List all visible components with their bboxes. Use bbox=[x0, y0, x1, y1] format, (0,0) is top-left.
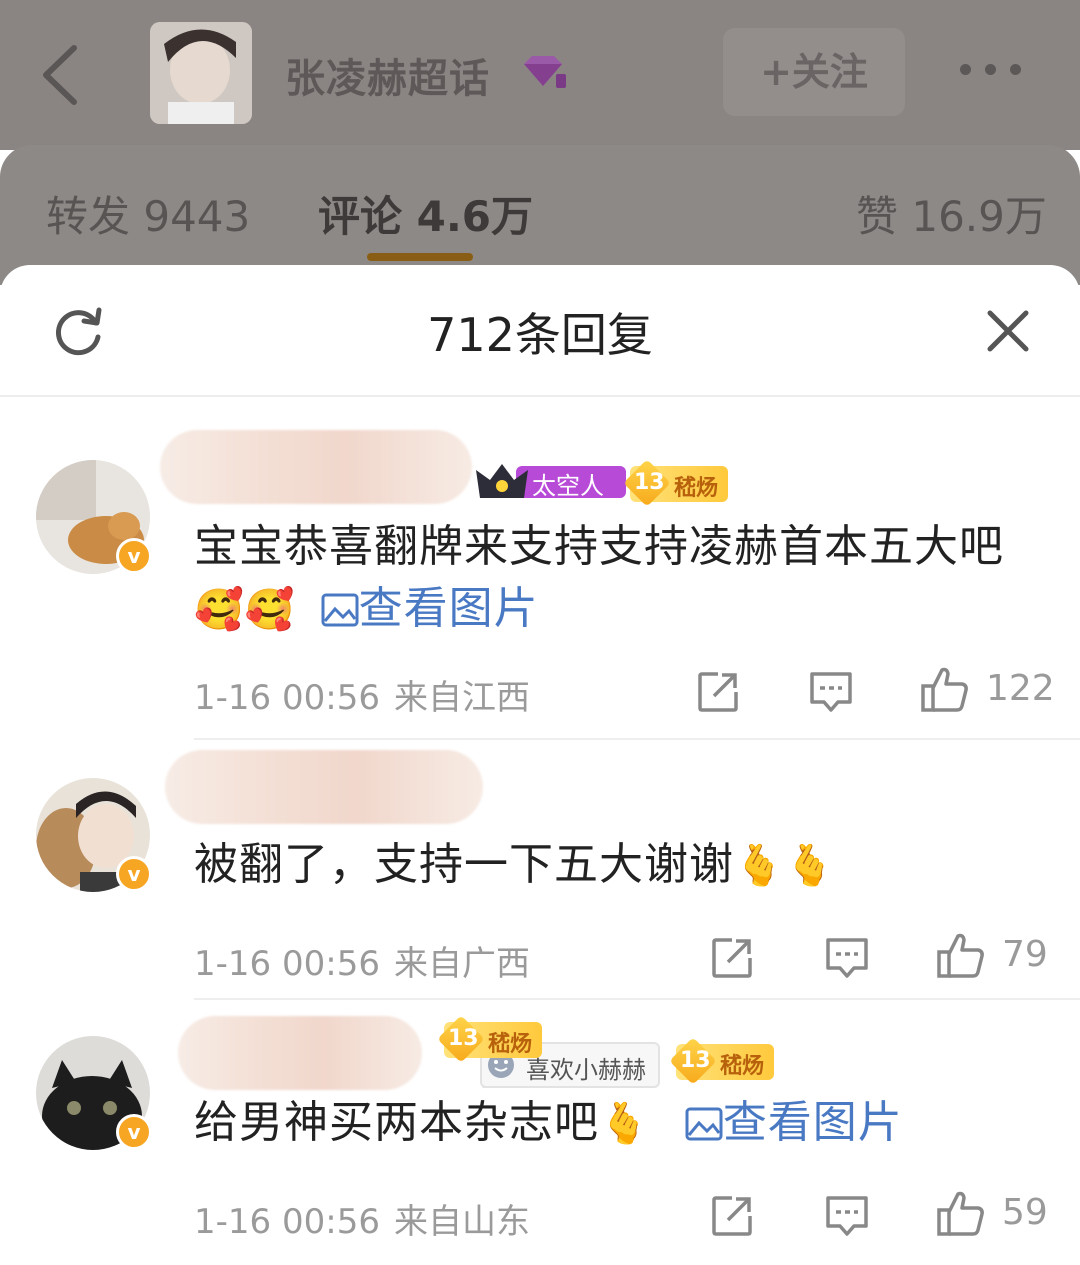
comment-icon[interactable] bbox=[824, 936, 870, 980]
replies-sheet: 712条回复 v 太空人 13 嵇炀 宝宝恭喜翻牌来支持支持凌赫首本五大吧🥰🥰 … bbox=[0, 265, 1080, 1265]
comment-meta: 1-16 00:56 来自山东 bbox=[194, 1194, 530, 1243]
comment-time: 1-16 00:56 bbox=[194, 944, 380, 984]
repost-icon[interactable] bbox=[710, 936, 754, 980]
666-emoji: 🥰🥰 bbox=[194, 587, 296, 633]
tab-repost[interactable]: 转发 9443 bbox=[46, 183, 250, 244]
close-icon[interactable] bbox=[984, 307, 1032, 355]
sheet-title: 712条回复 bbox=[427, 308, 653, 362]
super-topic-diamond-icon bbox=[524, 56, 566, 88]
verified-badge: v bbox=[116, 1114, 152, 1150]
like-count: 59 bbox=[1002, 1192, 1048, 1233]
comment-text: 给男神买两本杂志吧🫰 查看图片 bbox=[194, 1092, 1054, 1155]
username-blurred[interactable] bbox=[160, 430, 472, 504]
like-count: 122 bbox=[986, 668, 1055, 709]
comment-time: 1-16 00:56 bbox=[194, 678, 380, 718]
crown-badge-label: 太空人 bbox=[532, 472, 604, 500]
comment-time: 1-16 00:56 bbox=[194, 1202, 380, 1242]
tab-like[interactable]: 赞 16.9万 bbox=[856, 183, 1047, 244]
fan-level-badge: 13 嵇炀 bbox=[437, 1015, 542, 1063]
username-blurred[interactable] bbox=[165, 750, 483, 824]
thumbs-up-icon[interactable] bbox=[920, 664, 970, 714]
fan-level-label: 嵇炀 bbox=[488, 1032, 533, 1057]
stats-tabs: 转发 9443 评论 4.6万 赞 16.9万 bbox=[0, 145, 1080, 285]
fan-level-badge: 13 嵇炀 bbox=[623, 459, 728, 507]
see-picture-link[interactable]: 查看图片 bbox=[359, 583, 539, 634]
comment-item[interactable]: v 太空人 13 嵇炀 宝宝恭喜翻牌来支持支持凌赫首本五大吧 🥰🥰 查看图片 1-… bbox=[0, 420, 1080, 740]
active-tab-indicator bbox=[367, 253, 473, 261]
more-dots-icon[interactable] bbox=[960, 60, 1040, 84]
comment-body: 给男神买两本杂志吧 bbox=[194, 1097, 599, 1148]
comment-region: 来自江西 bbox=[393, 678, 530, 718]
repost-icon[interactable] bbox=[710, 1194, 754, 1238]
fan-level-label: 嵇炀 bbox=[674, 476, 719, 501]
topic-title[interactable]: 张凌赫超话 bbox=[285, 46, 490, 104]
image-icon[interactable] bbox=[685, 1107, 723, 1141]
verified-badge: v bbox=[116, 538, 152, 574]
comment-icon[interactable] bbox=[808, 670, 854, 714]
like-count: 79 bbox=[1002, 934, 1048, 975]
thumbs-up-icon[interactable] bbox=[936, 930, 986, 980]
follow-button[interactable]: +关注 bbox=[723, 28, 905, 116]
comment-region: 来自广西 bbox=[393, 944, 530, 984]
comment-region: 来自山东 bbox=[393, 1202, 530, 1242]
sheet-header: 712条回复 bbox=[0, 265, 1080, 397]
back-chevron-icon[interactable] bbox=[36, 40, 86, 110]
topic-avatar[interactable] bbox=[150, 22, 252, 124]
username-blurred[interactable] bbox=[178, 1016, 422, 1090]
comment-text: 宝宝恭喜翻牌来支持支持凌赫首本五大吧 🥰🥰 查看图片 bbox=[194, 516, 1034, 641]
heart-hand-emoji: 🫰🫰 bbox=[734, 843, 836, 889]
comment-body: 被翻了，支持一下五大谢谢 bbox=[194, 839, 734, 890]
thumbs-up-icon[interactable] bbox=[936, 1188, 986, 1238]
fan-level-number: 13 bbox=[634, 470, 665, 495]
heart-hand-emoji: 🫰 bbox=[599, 1101, 650, 1147]
see-picture-link[interactable]: 查看图片 bbox=[723, 1097, 903, 1148]
comment-body: 宝宝恭喜翻牌来支持支持凌赫首本五大吧 bbox=[194, 521, 1004, 572]
comment-text: 被翻了，支持一下五大谢谢🫰🫰 bbox=[194, 834, 1054, 897]
image-icon[interactable] bbox=[321, 593, 359, 627]
comment-item[interactable]: v 喜欢小赫赫 13 嵇炀 被翻了，支持一下五大谢谢🫰🫰 1-16 00:56 来… bbox=[0, 740, 1080, 1088]
comment-item[interactable]: v 13 嵇炀 给男神买两本杂志吧🫰 查看图片 1-16 00:56 来自山东 bbox=[0, 1000, 1080, 1265]
comment-meta: 1-16 00:56 来自广西 bbox=[194, 936, 530, 985]
fan-level-number: 13 bbox=[448, 1026, 479, 1051]
top-bar: 张凌赫超话 +关注 bbox=[0, 0, 1080, 150]
verified-badge: v bbox=[116, 856, 152, 892]
comment-meta: 1-16 00:56 来自江西 bbox=[194, 670, 530, 719]
comment-icon[interactable] bbox=[824, 1194, 870, 1238]
tab-comment[interactable]: 评论 4.6万 bbox=[318, 183, 533, 244]
repost-icon[interactable] bbox=[696, 670, 740, 714]
